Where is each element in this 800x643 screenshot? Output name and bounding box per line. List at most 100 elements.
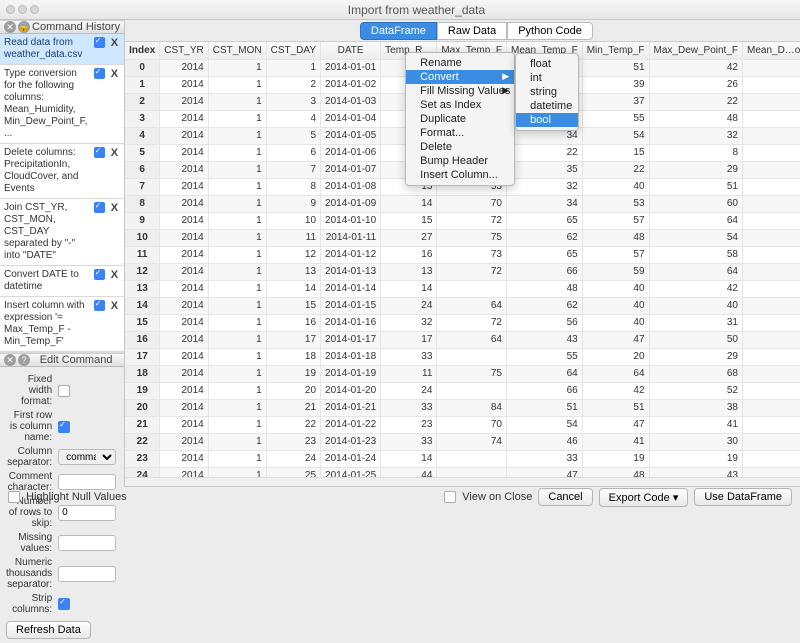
table-cell[interactable]: 2014-01-21 [321, 399, 381, 416]
table-cell[interactable]: 2014-01-19 [321, 365, 381, 382]
table-cell[interactable]: 14 [266, 280, 320, 297]
table-cell[interactable]: 40 [582, 280, 649, 297]
column-header[interactable]: CST_DAY [266, 42, 320, 59]
table-cell[interactable]: 15 [582, 144, 649, 161]
table-cell[interactable]: 23 [743, 399, 800, 416]
table-cell[interactable]: 48 [582, 229, 649, 246]
table-cell[interactable]: 22 [649, 93, 742, 110]
table-cell[interactable]: 72 [437, 314, 507, 331]
table-cell[interactable]: 40 [582, 297, 649, 314]
table-cell[interactable]: 24 [266, 450, 320, 467]
table-cell[interactable]: 9 [266, 195, 320, 212]
context-menu-item[interactable]: Fill Missing Values▶ [406, 84, 514, 98]
table-cell[interactable]: 2014 [160, 127, 208, 144]
table-cell[interactable]: 32 [649, 127, 742, 144]
table-cell[interactable]: 2 [125, 93, 160, 110]
table-cell[interactable]: 2014 [160, 59, 208, 76]
table-cell[interactable]: 2 [266, 76, 320, 93]
col-sep-select[interactable]: comma [58, 449, 116, 465]
table-cell[interactable]: 1 [208, 93, 266, 110]
history-item[interactable]: Join CST_YR, CST_MON, CST_DAY separated … [0, 199, 124, 266]
table-row[interactable]: 1820141192014-01-19117564646854 [125, 365, 800, 382]
table-cell[interactable]: 58 [649, 246, 742, 263]
table-row[interactable]: 1220141132014-01-13137266596453 [125, 263, 800, 280]
table-cell[interactable]: 54 [743, 365, 800, 382]
table-cell[interactable]: 16 [125, 331, 160, 348]
table-cell[interactable]: 1 [208, 399, 266, 416]
table-cell[interactable]: 23 [381, 416, 437, 433]
table-cell[interactable]: 2014 [160, 76, 208, 93]
table-cell[interactable]: 2014 [160, 467, 208, 477]
column-header[interactable]: CST_YR [160, 42, 208, 59]
table-cell[interactable]: 19 [266, 365, 320, 382]
table-cell[interactable]: 2014-01-11 [321, 229, 381, 246]
table-cell[interactable] [437, 382, 507, 399]
table-cell[interactable]: 40 [582, 314, 649, 331]
table-cell[interactable]: 2014 [160, 399, 208, 416]
table-cell[interactable]: 17 [381, 331, 437, 348]
history-check-icon[interactable] [94, 202, 105, 213]
table-cell[interactable]: 68 [649, 365, 742, 382]
table-cell[interactable]: 18 [266, 348, 320, 365]
table-cell[interactable]: 1 [208, 331, 266, 348]
table-cell[interactable]: 14 [381, 195, 437, 212]
table-cell[interactable]: 48 [649, 110, 742, 127]
table-cell[interactable]: 50 [649, 331, 742, 348]
table-cell[interactable]: 12 [266, 246, 320, 263]
table-row[interactable]: 1720141182014-01-183355202915 [125, 348, 800, 365]
table-cell[interactable]: 33 [381, 433, 437, 450]
table-cell[interactable]: 14 [381, 280, 437, 297]
table-cell[interactable]: 20 [125, 399, 160, 416]
table-cell[interactable]: 54 [649, 229, 742, 246]
history-delete-icon[interactable]: X [109, 300, 120, 312]
history-check-icon[interactable] [94, 269, 105, 280]
table-cell[interactable]: 22 [507, 144, 583, 161]
table-cell[interactable] [743, 59, 800, 76]
table-cell[interactable]: 1 [208, 297, 266, 314]
table-cell[interactable]: 22 [125, 433, 160, 450]
table-cell[interactable]: 1 [208, 127, 266, 144]
table-cell[interactable]: 15 [743, 348, 800, 365]
table-cell[interactable] [437, 280, 507, 297]
table-cell[interactable]: 32 [381, 314, 437, 331]
table-cell[interactable]: 2014-01-23 [321, 433, 381, 450]
table-cell[interactable]: 70 [437, 416, 507, 433]
first-row-checkbox[interactable] [58, 421, 70, 433]
table-cell[interactable]: 39 [582, 76, 649, 93]
table-cell[interactable]: 25 [266, 467, 320, 477]
table-cell[interactable]: 2014 [160, 450, 208, 467]
table-cell[interactable]: 21 [125, 416, 160, 433]
table-cell[interactable]: 15 [125, 314, 160, 331]
table-cell[interactable]: 2014 [160, 297, 208, 314]
table-cell[interactable]: 11 [381, 365, 437, 382]
close-icon[interactable] [6, 5, 15, 14]
table-cell[interactable]: 5 [125, 144, 160, 161]
table-cell[interactable]: 1 [208, 144, 266, 161]
table-cell[interactable]: 48 [582, 467, 649, 477]
refresh-data-button[interactable]: Refresh Data [6, 621, 91, 639]
table-cell[interactable]: 16 [743, 450, 800, 467]
table-cell[interactable]: 23 [266, 433, 320, 450]
table-cell[interactable]: 54 [507, 416, 583, 433]
table-cell[interactable]: 45 [743, 178, 800, 195]
table-cell[interactable]: 64 [582, 365, 649, 382]
column-header[interactable]: DATE [321, 42, 381, 59]
table-row[interactable]: 2320141242014-01-241433191916 [125, 450, 800, 467]
gear-icon[interactable]: ✕ [4, 21, 16, 33]
table-cell[interactable] [437, 348, 507, 365]
table-cell[interactable]: 64 [507, 365, 583, 382]
column-header[interactable]: Mean_D…oint_F [743, 42, 800, 59]
table-cell[interactable]: 47 [582, 416, 649, 433]
table-cell[interactable]: 35 [507, 161, 583, 178]
table-cell[interactable] [743, 127, 800, 144]
table-row[interactable]: 1920141202014-01-202466425241 [125, 382, 800, 399]
table-cell[interactable]: 64 [437, 331, 507, 348]
table-cell[interactable]: 32 [507, 178, 583, 195]
history-item[interactable]: Convert DATE to datetimeX [0, 266, 124, 297]
view-on-close-checkbox[interactable] [444, 491, 456, 503]
table-cell[interactable]: 47 [582, 331, 649, 348]
table-cell[interactable]: 12 [125, 263, 160, 280]
table-cell[interactable]: 8 [649, 144, 742, 161]
table-row[interactable]: 1420141152014-01-15246462404023 [125, 297, 800, 314]
table-cell[interactable]: 73 [437, 246, 507, 263]
